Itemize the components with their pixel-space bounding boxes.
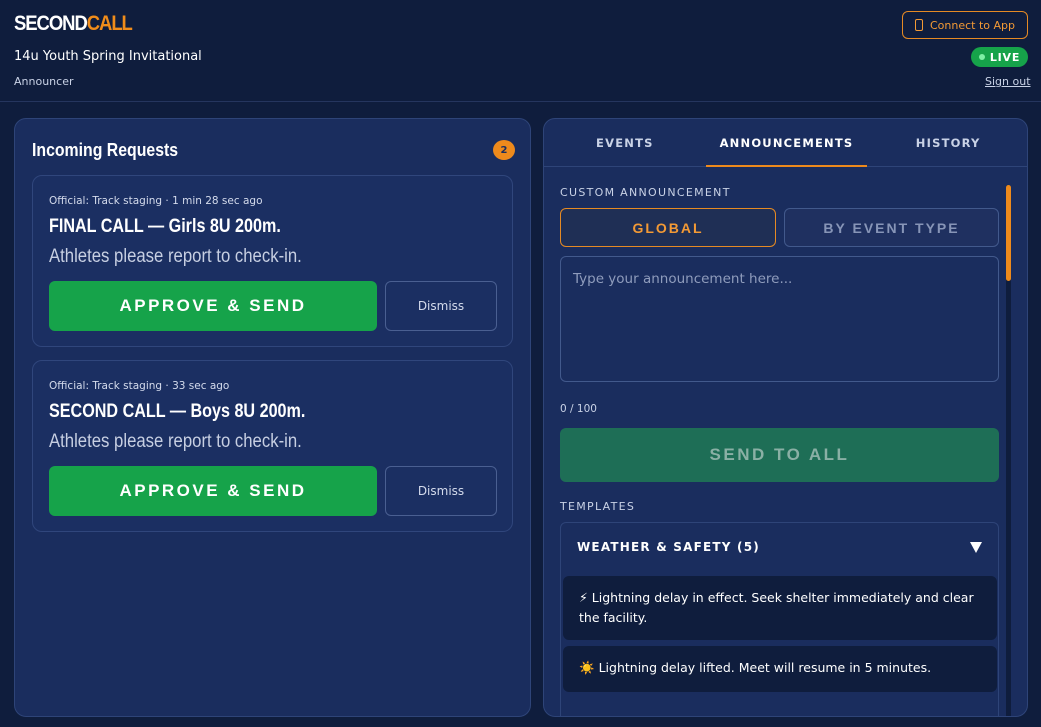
custom-announcement-label: CUSTOM ANNOUNCEMENT — [560, 186, 731, 199]
connect-label: Connect to App — [929, 18, 1015, 32]
request-card: Official: Track staging · 1 min 28 sec a… — [32, 175, 513, 347]
logo-call: CALL — [86, 12, 133, 35]
live-label: LIVE — [989, 50, 1021, 64]
logo-second: SECOND — [14, 12, 88, 35]
approve-send-button[interactable]: APPROVE & SEND — [49, 281, 377, 331]
request-meta: Official: Track staging · 33 sec ago — [49, 380, 230, 392]
live-badge: LIVE — [971, 47, 1028, 67]
request-subtitle: Athletes please report to check-in. — [49, 246, 302, 267]
event-title: 14u Youth Spring Invitational — [14, 49, 202, 64]
incoming-requests-panel: Incoming Requests 2 Official: Track stag… — [14, 118, 531, 717]
template-group-header[interactable]: WEATHER & SAFETY (5) — [561, 523, 998, 571]
dismiss-button[interactable]: Dismiss — [385, 281, 497, 331]
templates-label: TEMPLATES — [560, 500, 636, 513]
dismiss-button[interactable]: Dismiss — [385, 466, 497, 516]
template-group-weather: WEATHER & SAFETY (5) ⚡ Lightning delay in… — [560, 522, 999, 716]
template-item[interactable]: ☀️ Lightning delay lifted. Meet will resu… — [563, 646, 997, 692]
request-card: Official: Track staging · 33 sec ago SEC… — [32, 360, 513, 532]
template-text: Lightning delay lifted. Meet will resume… — [598, 660, 932, 675]
app-header: SECONDCALL 14u Youth Spring Invitational… — [0, 0, 1041, 102]
chevron-down-icon — [970, 541, 982, 553]
tab-bar: EVENTS ANNOUNCEMENTS HISTORY — [544, 119, 1027, 167]
app-logo: SECONDCALL — [14, 12, 133, 36]
send-to-all-button[interactable]: SEND TO ALL — [560, 428, 999, 482]
scrollbar-thumb[interactable] — [1006, 185, 1011, 281]
template-group-title: WEATHER & SAFETY (5) — [577, 540, 760, 554]
scope-global-button[interactable]: GLOBAL — [560, 208, 776, 247]
panel-title: Incoming Requests — [32, 140, 179, 160]
announcement-textarea[interactable]: Type your announcement here... — [560, 256, 999, 382]
tab-events[interactable]: EVENTS — [544, 119, 706, 166]
live-dot-icon — [978, 54, 985, 60]
tab-history[interactable]: HISTORY — [867, 119, 1027, 166]
scope-event-type-button[interactable]: BY EVENT TYPE — [784, 208, 999, 247]
lightning-icon: ⚡ — [579, 590, 588, 605]
control-panel: EVENTS ANNOUNCEMENTS HISTORY CUSTOM ANNO… — [543, 118, 1028, 717]
template-item[interactable]: ⚡ Lightning delay in effect. Seek shelter… — [563, 576, 997, 640]
request-subtitle: Athletes please report to check-in. — [49, 431, 302, 452]
template-text: Lightning delay in effect. Seek shelter … — [579, 590, 974, 625]
tab-announcements[interactable]: ANNOUNCEMENTS — [705, 119, 868, 167]
request-meta: Official: Track staging · 1 min 28 sec a… — [49, 195, 263, 207]
approve-send-button[interactable]: APPROVE & SEND — [49, 466, 377, 516]
request-title: SECOND CALL — Boys 8U 200m. — [49, 401, 306, 422]
request-count-badge: 2 — [493, 140, 515, 160]
request-title: FINAL CALL — Girls 8U 200m. — [49, 216, 281, 237]
phone-icon — [914, 19, 923, 31]
user-role: Announcer — [14, 75, 74, 88]
sun-icon: ☀️ — [579, 660, 595, 675]
sign-out-link[interactable]: Sign out — [985, 75, 1031, 88]
character-count: 0 / 100 — [560, 403, 597, 415]
connect-to-app-button[interactable]: Connect to App — [902, 11, 1028, 39]
